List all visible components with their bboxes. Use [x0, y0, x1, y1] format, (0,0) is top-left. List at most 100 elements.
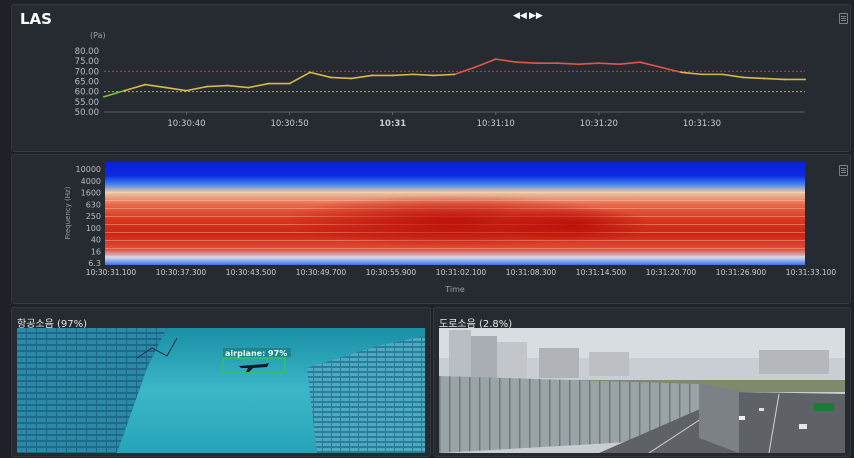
data-point: [309, 71, 312, 74]
x-tick-label: 10:30:49.700: [296, 268, 347, 277]
x-tick-label: 10:31:08.300: [506, 268, 557, 277]
data-point: [474, 66, 477, 69]
data-point: [103, 95, 105, 98]
x-tick-label: 10:31:02.100: [436, 268, 487, 277]
series-line-segment: [391, 73, 415, 77]
y-tick-label: 250: [86, 212, 101, 221]
data-point: [371, 74, 373, 77]
data-point: [515, 61, 518, 64]
series-line-segment: [350, 74, 373, 80]
las-panel: LAS ◀◀ ▶▶ (Pa) 80.00 75.00 70.00 65.00 60.00 5…: [11, 4, 851, 152]
las-line-chart: (Pa) 80.0075.0070.0065.0060.0055.0050.00 1…: [75, 31, 806, 129]
data-point: [804, 78, 806, 81]
data-point: [701, 73, 703, 76]
data-point: [247, 86, 250, 89]
data-point: [288, 82, 291, 85]
series-line-segment: [247, 82, 270, 89]
aircraft-noise-camera-panel: 항공소음 (97%) airplane: 97%: [11, 307, 431, 457]
series-line-segment: [618, 61, 641, 66]
spectrogram-chart: 10000 4000 1600 630 250 100 40 16 6.3 Frequency (…: [64, 161, 837, 294]
series-line-segment: [598, 62, 621, 66]
data-point: [721, 73, 724, 76]
data-point: [453, 73, 456, 76]
series-line-segment: [144, 83, 167, 89]
series-line-segment: [556, 62, 580, 66]
series-line-segment: [103, 89, 126, 98]
x-tick-label: 10:31:14.500: [576, 268, 627, 277]
y-tick-label: 55.00: [75, 98, 99, 108]
data-point: [350, 77, 353, 80]
series-line-segment: [123, 83, 147, 92]
data-point: [494, 58, 497, 61]
series-line-segment: [329, 76, 353, 80]
series-line-segment: [433, 73, 456, 77]
data-point: [391, 74, 394, 77]
data-point: [144, 83, 147, 86]
series-line-segment: [185, 85, 208, 92]
series-line-segment: [206, 84, 229, 88]
x-tick-label: 10:31:20.700: [646, 268, 697, 277]
y-tick-label: 50.00: [75, 108, 99, 118]
series-line-segment: [494, 58, 518, 63]
y-tick-label: 60.00: [75, 88, 99, 98]
series-line-segment: [515, 61, 538, 65]
data-point: [185, 89, 188, 92]
sky-camera-image: airplane: 97%: [17, 328, 425, 453]
series-line-segment: [639, 61, 662, 69]
x-tick-label: 10:31:20: [580, 119, 618, 129]
data-point: [329, 76, 332, 79]
data-point: [742, 76, 745, 79]
data-point: [206, 85, 208, 88]
x-tick-label: 10:31:10: [477, 119, 515, 129]
series-line-segment: [474, 58, 497, 69]
y-tick-label: 100: [86, 224, 101, 233]
y-tick-label: 65.00: [75, 78, 99, 88]
data-point: [164, 86, 167, 89]
x-tick-label: 10:30:55.900: [366, 268, 417, 277]
data-point: [432, 74, 435, 77]
series-line-segment: [721, 73, 744, 79]
x-axis-label: Time: [444, 285, 465, 294]
series-line-segment: [742, 76, 765, 80]
spectrogram-panel: 10000 4000 1600 630 250 100 40 16 6.3 Frequency (…: [11, 154, 851, 304]
series-line-segment: [659, 66, 683, 74]
y-tick-label: 80.00: [75, 47, 99, 57]
road-noise-camera-panel: 도로소음 (2.8%): [433, 307, 851, 457]
y-tick-label: 1600: [81, 189, 101, 198]
detection-label: airplane: 97%: [225, 349, 287, 358]
y-tick-label: 4000: [81, 177, 101, 186]
series-line-segment: [577, 62, 600, 66]
x-tick-label: 10:31:33.100: [786, 268, 837, 277]
series-line-segment: [288, 71, 311, 85]
y-tick-label: 16: [91, 247, 101, 256]
data-point: [577, 63, 580, 66]
series-line-segment: [453, 66, 476, 76]
data-point: [412, 73, 415, 76]
x-tick-label: 10:31: [379, 119, 406, 129]
data-point: [680, 71, 683, 74]
y-tick-label: 630: [86, 200, 101, 209]
road-camera-image: [439, 328, 845, 453]
x-tick-label: 10:31:30: [683, 119, 721, 129]
series-line-segment: [226, 84, 250, 89]
y-tick-label: 40: [91, 236, 101, 245]
x-tick-label: 10:31:26.900: [716, 268, 767, 277]
series-line-segment: [165, 86, 188, 92]
y-axis-unit: (Pa): [90, 31, 106, 40]
x-tick-label: 10:30:43.500: [226, 268, 277, 277]
data-point: [123, 89, 126, 92]
y-tick-label: 75.00: [75, 57, 99, 67]
series-line-segment: [309, 71, 332, 79]
data-point: [762, 77, 765, 80]
data-point: [556, 62, 559, 65]
data-point: [659, 66, 662, 69]
high-energy-region: [492, 207, 652, 243]
data-point: [783, 78, 786, 81]
data-point: [618, 63, 621, 66]
y-axis-label: Frequency (Hz): [64, 186, 72, 239]
y-tick-label: 70.00: [75, 67, 99, 77]
data-point: [268, 82, 270, 85]
data-point: [226, 84, 229, 87]
y-tick-label: 10000: [76, 165, 101, 174]
data-point: [597, 62, 600, 65]
